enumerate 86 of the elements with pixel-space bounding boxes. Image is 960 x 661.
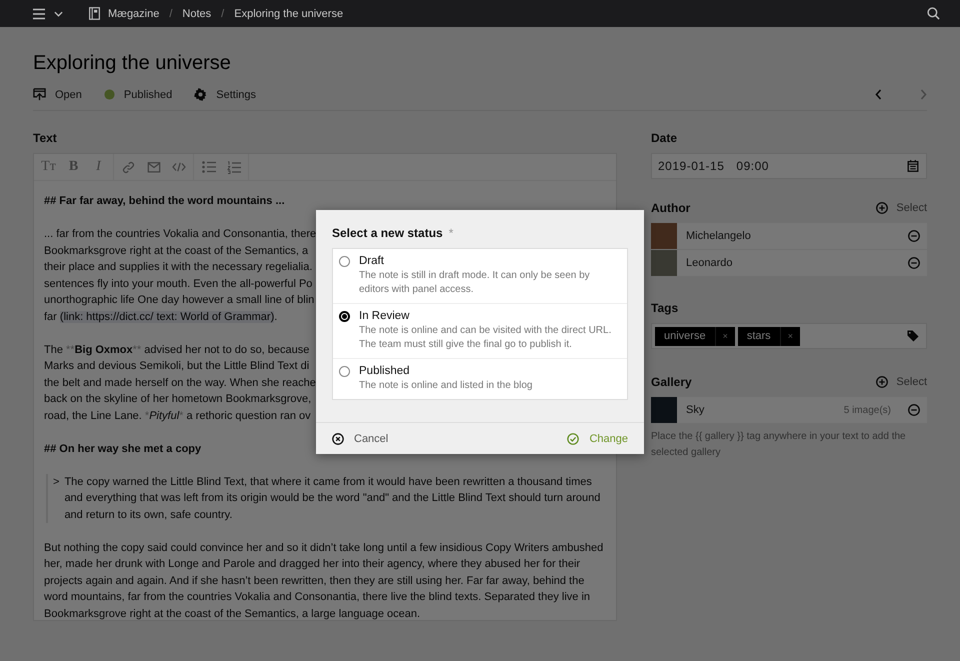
text-line: Bookmarksgrove right at the coast of the Semantics, a bbox=[44, 244, 308, 258]
remove-tag-button[interactable]: × bbox=[780, 326, 800, 346]
tag-chip: universe × bbox=[655, 326, 735, 346]
tag-chip: stars × bbox=[738, 326, 800, 346]
date-field[interactable]: 2019-01-15 09:00 bbox=[651, 153, 927, 179]
text-line: unorthographic life One day however a small line of blin bbox=[44, 293, 314, 308]
breadcrumb-link[interactable]: Mægazine bbox=[108, 8, 160, 20]
gallery-name: Sky bbox=[686, 404, 706, 416]
text-line: their place and supplies it with the necessary regelialia. bbox=[44, 260, 312, 275]
breadcrumb-link[interactable]: Notes bbox=[182, 8, 212, 20]
chevron-left-icon[interactable] bbox=[875, 89, 882, 100]
status-option[interactable]: Published The note is online and listed in the blog bbox=[333, 359, 627, 399]
calendar-icon[interactable] bbox=[907, 160, 919, 172]
markdown-heading: ## On her way she met a copy bbox=[44, 442, 202, 456]
minus-circle-icon[interactable] bbox=[908, 404, 920, 416]
tag-icon bbox=[907, 330, 919, 342]
breadcrumb-link[interactable]: Exploring the universe bbox=[234, 8, 344, 20]
text-line: the belt and made herself on the way. When she reache bbox=[44, 376, 316, 390]
field-label: Gallery bbox=[651, 375, 693, 389]
change-button[interactable]: Change bbox=[567, 432, 628, 444]
quote-marker: > bbox=[53, 474, 60, 490]
radio-button[interactable] bbox=[339, 366, 350, 377]
author-name: Michelangelo bbox=[686, 230, 752, 242]
avatar-placeholder bbox=[651, 223, 677, 249]
radio-button[interactable] bbox=[339, 256, 350, 267]
author-name: Leonardo bbox=[686, 257, 734, 269]
plus-circle-icon[interactable] bbox=[876, 376, 888, 388]
tags-field[interactable]: universe × stars × bbox=[651, 323, 927, 349]
text-line: back on the skyline of her hometown Bookmarksgrove, bbox=[44, 392, 312, 407]
text-line: The **Big Oxmox** advised her not to do so, because bbox=[44, 342, 310, 358]
italic-button[interactable]: I bbox=[88, 156, 109, 178]
text-line: road, the Line Lane. *Pityful* a rethoric question ran ov bbox=[44, 408, 311, 424]
select-button[interactable]: Select bbox=[876, 202, 927, 214]
heading-button[interactable]: Tт bbox=[38, 156, 59, 178]
breadcrumb-separator: / bbox=[169, 8, 172, 20]
photo-placeholder bbox=[651, 397, 677, 423]
book-icon bbox=[89, 7, 100, 20]
option-description: The note is still in draft mode. It can only be seen by editors with panel access. bbox=[359, 269, 591, 297]
option-label: In Review bbox=[359, 310, 410, 322]
code-icon[interactable] bbox=[172, 162, 186, 172]
radio-button[interactable] bbox=[339, 311, 350, 322]
option-label: Published bbox=[359, 365, 411, 377]
image-count: 5 image(s) bbox=[844, 404, 891, 416]
minus-circle-icon[interactable] bbox=[908, 257, 920, 269]
settings-icon bbox=[194, 88, 208, 101]
link-icon[interactable] bbox=[122, 160, 135, 174]
minus-circle-icon[interactable] bbox=[908, 230, 920, 242]
field-label: Tags bbox=[651, 301, 680, 315]
field-label: Date bbox=[651, 131, 678, 145]
remove-tag-button[interactable]: × bbox=[714, 326, 735, 346]
page-title: Exploring the universe bbox=[33, 52, 232, 75]
chevron-down-icon[interactable] bbox=[54, 10, 63, 16]
bullet-list-icon[interactable] bbox=[202, 161, 216, 173]
option-description: The note is online and can be visited with the direct URL. The team must still give the final go to publish it. bbox=[359, 324, 612, 352]
option-label: Draft bbox=[359, 255, 385, 267]
text-line: ... far from the countries Vokalia and Consonantia, there bbox=[44, 227, 316, 242]
status-dot-icon bbox=[104, 89, 115, 100]
quote-text: The copy warned the Little Blind Text, that where it came from it would have been rewritten a thousand times and everything that was left from its origin would be the word "and" and the Little Blind Text should turn around and return to its own, safe country. bbox=[64, 474, 602, 522]
field-label: Text bbox=[33, 131, 58, 145]
plus-circle-icon[interactable] bbox=[876, 202, 888, 214]
check-circle-icon bbox=[567, 432, 580, 444]
select-button[interactable]: Select bbox=[876, 376, 927, 388]
text-line: Marks and devious Semikoli, but the Little Blind Text di bbox=[44, 359, 310, 374]
text-line: far (link: https://dict.cc/ text: World of Grammar). bbox=[44, 310, 278, 324]
markdown-heading: ## Far far away, behind the word mountains ... bbox=[44, 194, 285, 209]
close-circle-icon bbox=[332, 432, 344, 444]
envelope-icon[interactable] bbox=[146, 162, 160, 172]
window-upload-icon bbox=[33, 88, 46, 101]
option-description: The note is online and listed in the blog bbox=[359, 379, 532, 393]
help-text: Place the {{ gallery }} tag anywhere in your text to add the selected gallery bbox=[651, 430, 907, 460]
breadcrumb-separator: / bbox=[221, 8, 224, 20]
dialog-title: Select a new status * bbox=[332, 226, 454, 240]
paragraph: But nothing the copy said could convince her and so it didn’t take long until a few insidious Copy Writers ambushed her, made her drunk with Longe and Parole and dragged her into their agency, where they abused her for their projects again and again. And if she hasn’t been rewritten, then they are still using her. Far far away, behind the word mountains, far from the countries Vokalia and Consonantia, there live the blind texts. Separated they live in Bookmarksgrove right at the coast of the Semantics, a large language ocean. bbox=[44, 540, 604, 622]
search-icon[interactable] bbox=[927, 7, 940, 20]
open-button[interactable]: Open bbox=[33, 88, 82, 101]
text-line: sentences fly into your mouth. Even the all-powerful Po bbox=[44, 276, 312, 292]
numbered-list-icon[interactable] bbox=[226, 160, 240, 174]
bold-button[interactable]: B bbox=[63, 156, 84, 178]
settings-button[interactable]: Settings bbox=[194, 88, 256, 101]
status-option[interactable]: In Review The note is online and can be visited with the direct URL. The team must still give the final go to publish it. bbox=[333, 304, 627, 359]
status-option[interactable]: Draft The note is still in draft mode. It can only be seen by editors with panel access. bbox=[333, 249, 627, 304]
cancel-button[interactable]: Cancel bbox=[332, 432, 388, 444]
field-label: Author bbox=[651, 201, 692, 215]
status-button[interactable]: Published bbox=[104, 88, 172, 100]
menu-icon[interactable] bbox=[32, 8, 46, 20]
avatar-placeholder bbox=[651, 250, 677, 276]
